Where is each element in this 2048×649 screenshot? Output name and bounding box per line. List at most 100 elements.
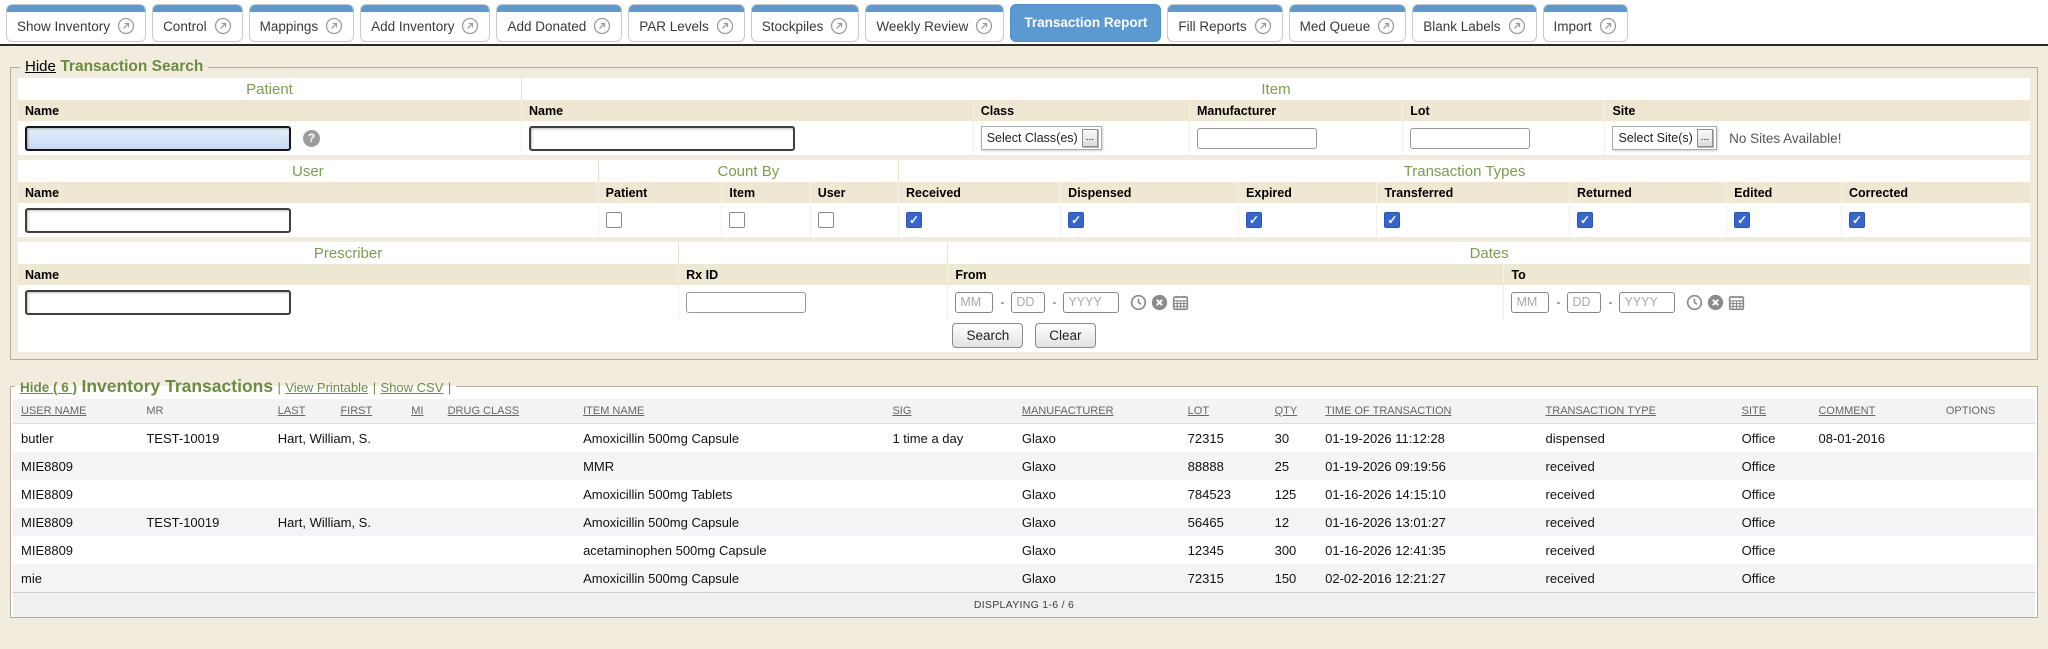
prescriber-name-input[interactable] xyxy=(25,290,291,315)
item-name-input[interactable] xyxy=(529,126,795,151)
col-header-first[interactable]: FIRST xyxy=(332,399,403,424)
from-year-input[interactable] xyxy=(1063,292,1119,313)
tab-stockpiles[interactable]: Stockpiles xyxy=(751,4,860,42)
type-returned-checkbox[interactable]: ✓ xyxy=(1577,212,1593,228)
clear-button[interactable]: Clear xyxy=(1035,323,1095,348)
hide-search-link[interactable]: Hide xyxy=(25,58,56,75)
col-header-site[interactable]: SITE xyxy=(1734,399,1811,424)
tab-control[interactable]: Control xyxy=(152,4,243,42)
from-clear-date-icon[interactable] xyxy=(1151,294,1168,311)
table-row[interactable]: MIE8809Amoxicillin 500mg TabletsGlaxo784… xyxy=(13,480,2035,508)
type-edited-label: Edited xyxy=(1727,182,1842,203)
open-new-window-icon[interactable] xyxy=(830,17,848,35)
tab-par-levels[interactable]: PAR Levels xyxy=(628,4,745,42)
from-calendar-icon[interactable] xyxy=(1172,294,1189,311)
to-clear-date-icon[interactable] xyxy=(1707,294,1724,311)
col-header-manufacturer[interactable]: MANUFACTURER xyxy=(1014,399,1180,424)
count-by-item-checkbox[interactable] xyxy=(729,212,745,228)
tab-weekly-review[interactable]: Weekly Review xyxy=(865,4,1004,42)
type-transferred-checkbox[interactable]: ✓ xyxy=(1384,212,1400,228)
from-day-input[interactable] xyxy=(1011,292,1045,313)
tab-med-queue[interactable]: Med Queue xyxy=(1289,4,1407,42)
col-header-sig[interactable]: SIG xyxy=(884,399,1013,424)
tab-mappings[interactable]: Mappings xyxy=(249,4,355,42)
col-header-last[interactable]: LAST xyxy=(270,399,333,424)
help-icon[interactable]: ? xyxy=(303,130,320,147)
type-expired-checkbox[interactable]: ✓ xyxy=(1246,212,1262,228)
tab-import[interactable]: Import xyxy=(1543,4,1628,42)
table-row[interactable]: MIE8809MMRGlaxo888882501-19-2026 09:19:5… xyxy=(13,452,2035,480)
user-name-input[interactable] xyxy=(25,208,291,233)
type-dispensed-checkbox[interactable]: ✓ xyxy=(1068,212,1084,228)
open-new-window-icon[interactable] xyxy=(1508,17,1526,35)
open-new-window-icon[interactable] xyxy=(214,17,232,35)
rx-id-input[interactable] xyxy=(686,292,806,313)
site-select-picker[interactable]: Select Site(s) ... xyxy=(1612,126,1717,150)
manufacturer-input[interactable] xyxy=(1197,128,1317,149)
lot-input[interactable] xyxy=(1410,128,1530,149)
open-new-window-icon[interactable] xyxy=(461,17,479,35)
col-header-lot[interactable]: LOT xyxy=(1180,399,1267,424)
col-header-label: QTY xyxy=(1275,405,1298,417)
col-header-qty[interactable]: QTY xyxy=(1267,399,1318,424)
open-new-window-icon[interactable] xyxy=(117,17,135,35)
table-cell: Amoxicillin 500mg Capsule xyxy=(575,564,884,593)
tab-fill-reports[interactable]: Fill Reports xyxy=(1167,4,1282,42)
type-received-checkbox[interactable]: ✓ xyxy=(906,212,922,228)
open-new-window-icon[interactable] xyxy=(975,17,993,35)
class-select-picker[interactable]: Select Class(es) ... xyxy=(981,126,1102,150)
table-cell: 02-02-2016 12:21:27 xyxy=(1317,564,1537,593)
type-edited-checkbox[interactable]: ✓ xyxy=(1734,212,1750,228)
table-cell: 784523 xyxy=(1180,480,1267,508)
view-printable-link[interactable]: View Printable xyxy=(285,380,368,395)
table-row[interactable]: mieAmoxicillin 500mg CapsuleGlaxo7231515… xyxy=(13,564,2035,593)
col-header-transaction-type[interactable]: TRANSACTION TYPE xyxy=(1538,399,1734,424)
show-csv-link[interactable]: Show CSV xyxy=(381,380,444,395)
tab-transaction-report[interactable]: Transaction Report xyxy=(1010,4,1161,42)
class-picker-button[interactable]: ... xyxy=(1082,129,1098,147)
to-year-input[interactable] xyxy=(1619,292,1675,313)
col-header-item-name[interactable]: ITEM NAME xyxy=(575,399,884,424)
search-button[interactable]: Search xyxy=(952,323,1023,348)
table-cell: Amoxicillin 500mg Capsule xyxy=(575,424,884,453)
to-day-input[interactable] xyxy=(1567,292,1601,313)
col-header-comment[interactable]: COMMENT xyxy=(1810,399,1937,424)
tab-show-inventory[interactable]: Show Inventory xyxy=(6,4,146,42)
table-cell: 300 xyxy=(1267,536,1318,564)
patient-name-input[interactable] xyxy=(25,126,291,151)
count-by-patient-checkbox[interactable] xyxy=(606,212,622,228)
hide-results-link[interactable]: Hide ( 6 ) xyxy=(20,380,77,395)
tab-add-inventory[interactable]: Add Inventory xyxy=(360,4,490,42)
table-row[interactable]: MIE8809acetaminophen 500mg CapsuleGlaxo1… xyxy=(13,536,2035,564)
open-new-window-icon[interactable] xyxy=(716,17,734,35)
tab-add-donated[interactable]: Add Donated xyxy=(496,4,622,42)
from-time-icon[interactable] xyxy=(1130,294,1147,311)
to-time-icon[interactable] xyxy=(1686,294,1703,311)
type-corrected-checkbox[interactable]: ✓ xyxy=(1849,212,1865,228)
label-row: Name Rx ID From To xyxy=(18,264,2030,285)
col-header-mi[interactable]: MI xyxy=(403,399,439,424)
input-row: ? Select Class(es) ... Select Site(s) xyxy=(18,121,2030,155)
to-calendar-icon[interactable] xyxy=(1728,294,1745,311)
table-row[interactable]: butlerTEST-10019Hart, William, S.Amoxici… xyxy=(13,424,2035,453)
open-new-window-icon[interactable] xyxy=(1377,17,1395,35)
count-by-user-checkbox[interactable] xyxy=(818,212,834,228)
class-label: Class xyxy=(974,100,1190,121)
table-row[interactable]: MIE8809TEST-10019Hart, William, S.Amoxic… xyxy=(13,508,2035,536)
open-new-window-icon[interactable] xyxy=(593,17,611,35)
from-month-input[interactable] xyxy=(955,292,993,313)
open-new-window-icon[interactable] xyxy=(1254,17,1272,35)
open-new-window-icon[interactable] xyxy=(325,17,343,35)
table-cell xyxy=(403,480,439,508)
col-header-label: FIRST xyxy=(340,405,372,417)
col-header-time-of-transaction[interactable]: TIME OF TRANSACTION xyxy=(1317,399,1537,424)
tab-blank-labels[interactable]: Blank Labels xyxy=(1412,4,1536,42)
site-picker-button[interactable]: ... xyxy=(1697,129,1713,147)
to-month-input[interactable] xyxy=(1511,292,1549,313)
dates-section-header: Dates xyxy=(948,242,2030,264)
open-new-window-icon[interactable] xyxy=(1599,17,1617,35)
col-header-drug-class[interactable]: DRUG CLASS xyxy=(440,399,575,424)
table-cell: 125 xyxy=(1267,480,1318,508)
table-cell: Hart, William, S. xyxy=(270,508,333,536)
col-header-user-name[interactable]: USER NAME xyxy=(13,399,138,424)
